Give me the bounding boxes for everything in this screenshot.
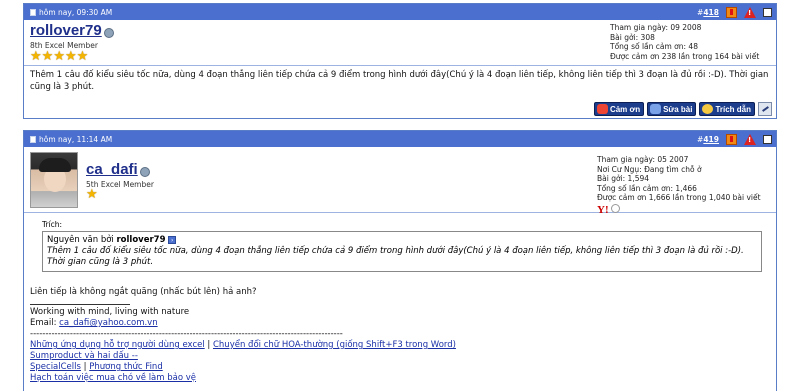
star-icon: ★ <box>53 49 65 64</box>
warning-icon[interactable]: ! <box>744 133 756 145</box>
edit-post-button[interactable]: Sửa bài <box>647 102 697 116</box>
post-action-buttons: Cảm ơn Sửa bài Trích dẫn <box>593 102 772 116</box>
post-icon <box>30 8 36 16</box>
quote-block: Trích: Nguyên văn bởi rollover79 › Thêm … <box>30 220 762 272</box>
star-icon: ★ <box>86 187 98 202</box>
view-post-arrow-icon[interactable]: › <box>168 235 177 244</box>
join-date: Tham gia ngày: 09 2008 <box>610 23 702 32</box>
user-info: ca_dafi 5th Excel Member ★ <box>30 152 154 212</box>
user-rank-stars: ★ <box>86 187 154 202</box>
report-icon[interactable] <box>726 133 737 145</box>
quote-label: Trích: <box>42 220 63 229</box>
signature-link-excel-tools[interactable]: Những ứng dụng hỗ trợ người dùng excel <box>30 340 205 350</box>
quoted-username: rollover79 <box>116 235 166 245</box>
attachment-icon[interactable] <box>611 203 620 213</box>
post-number-link[interactable]: 418 <box>703 8 719 17</box>
star-icon: ★ <box>76 49 89 64</box>
post-header: hôm nay, 09:30 AM #418 ! <box>24 4 776 20</box>
select-checkbox[interactable] <box>763 7 772 17</box>
post-number: #418 <box>697 7 719 17</box>
post-header: hôm nay, 11:14 AM #419 ! <box>24 131 776 147</box>
star-icon: ★ <box>41 49 54 64</box>
post-time: hôm nay, 11:14 AM <box>39 134 113 144</box>
quote-box: Nguyên văn bởi rollover79 › Thêm 1 câu đ… <box>42 231 762 272</box>
yahoo-messenger-icon[interactable]: Y! <box>597 204 609 216</box>
signature: Working with mind, living with nature Em… <box>30 304 762 384</box>
warning-icon[interactable]: ! <box>744 6 756 18</box>
signature-link-case-convert[interactable]: Chuyển đổi chữ HOA-thường (giống Shift+F… <box>213 340 456 350</box>
signature-link-find-method[interactable]: Phương thức Find <box>89 362 162 372</box>
thanks-given: Tổng số lần cảm ơn: 1,466 <box>597 183 697 193</box>
offline-status-icon <box>139 166 150 177</box>
quote-author: Nguyên văn bởi rollover79 › <box>47 235 757 246</box>
signature-motto: Working with mind, living with nature <box>30 307 190 317</box>
location: Nơi Cư Ngụ: Đang tìm chỗ ở <box>597 164 702 174</box>
post-time: hôm nay, 09:30 AM <box>39 7 113 17</box>
post-count: Bài gởi: 1,594 <box>597 174 650 183</box>
join-date: Tham gia ngày: 05 2007 <box>597 155 689 164</box>
username-link[interactable]: ca_dafi <box>86 161 138 178</box>
signature-link-sumproduct[interactable]: Sumproduct và hai dấu -- <box>30 351 138 361</box>
email-link[interactable]: ca_dafi@yahoo.com.vn <box>59 318 157 328</box>
report-icon[interactable] <box>726 6 737 18</box>
user-stats: Tham gia ngày: 09 2008 Bài gởi: 308 Tổng… <box>610 23 770 65</box>
thanks-received: Được cảm ơn 238 lần trong 164 bài viết <box>610 51 760 61</box>
user-rank-stars: ★★★★★ <box>30 49 114 64</box>
contact-icons: Y! <box>597 203 770 216</box>
quote-bubble-icon <box>702 104 714 114</box>
signature-underline <box>30 304 130 305</box>
post-number-link[interactable]: 419 <box>703 135 719 144</box>
signature-separator: ----------------------------------------… <box>30 329 343 339</box>
post-419: hôm nay, 11:14 AM #419 ! ca_dafi 5th Exc… <box>23 130 777 391</box>
avatar[interactable] <box>30 152 78 208</box>
user-info-row: ca_dafi 5th Excel Member ★ Tham gia ngày… <box>24 147 776 215</box>
user-info-row: rollover79 8th Excel Member ★★★★★ Tham g… <box>24 20 776 66</box>
post-418: hôm nay, 09:30 AM #418 ! rollover79 8th … <box>23 3 777 119</box>
quote-button[interactable]: Trích dẫn <box>699 102 755 116</box>
post-count: Bài gởi: 308 <box>610 32 655 42</box>
thanks-button[interactable]: Cảm ơn <box>593 102 645 116</box>
quick-edit-icon[interactable] <box>758 102 772 116</box>
user-stats: Tham gia ngày: 05 2007 Nơi Cư Ngụ: Đang … <box>597 152 770 215</box>
post-message: Liên tiếp là không ngắt quãng (nhấc bút … <box>30 287 257 297</box>
post-number: #419 <box>697 134 719 144</box>
post-icon <box>30 135 36 143</box>
thanks-given: Tổng số lần cảm ơn: 48 <box>610 42 698 51</box>
user-info: rollover79 8th Excel Member ★★★★★ <box>30 23 114 65</box>
thanks-icon <box>596 104 608 114</box>
signature-link-specialcells[interactable]: SpecialCells <box>30 362 81 372</box>
signature-link-accounting[interactable]: Hạch toán việc mua chó về làm bảo vệ <box>30 373 196 383</box>
pencil-icon <box>650 104 662 114</box>
quote-text: Thêm 1 câu đố kiểu siêu tốc nữa, dùng 4 … <box>47 246 744 267</box>
username-link[interactable]: rollover79 <box>30 22 102 39</box>
post-content: Trích: Nguyên văn bởi rollover79 › Thêm … <box>24 213 776 384</box>
signature-email: Email: ca_dafi@yahoo.com.vn <box>30 318 158 328</box>
thanks-received: Được cảm ơn 1,666 lần trong 1,040 bài vi… <box>597 193 761 202</box>
select-checkbox[interactable] <box>763 134 772 144</box>
star-icon: ★ <box>30 49 42 64</box>
post-message: Thêm 1 câu đố kiểu siêu tốc nữa, dùng 4 … <box>30 70 769 92</box>
offline-status-icon <box>103 27 114 38</box>
star-icon: ★ <box>64 49 77 64</box>
